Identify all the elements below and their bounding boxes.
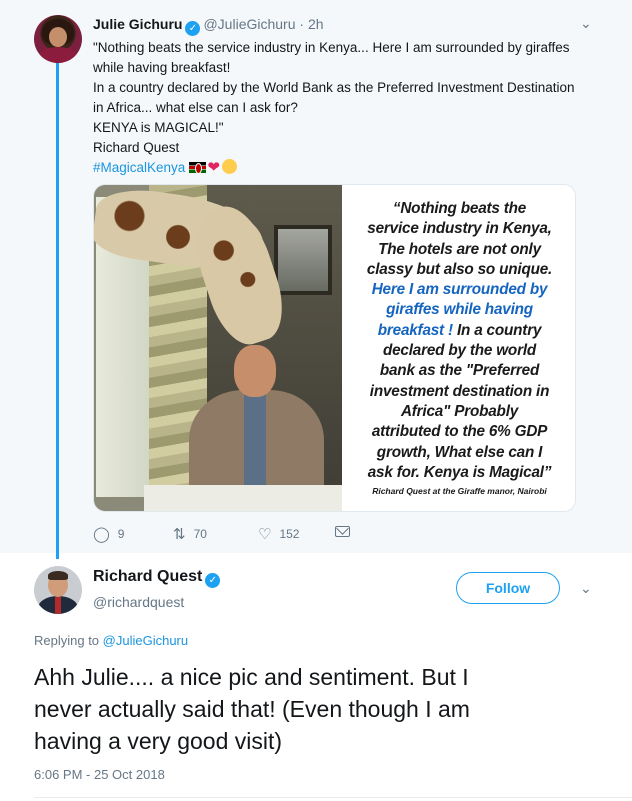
chevron-down-icon[interactable]: ⌄: [580, 580, 592, 597]
richard-avatar[interactable]: [34, 566, 82, 614]
parent-text-line: Richard Quest: [93, 140, 180, 155]
quote-line: service industry in Kenya,: [367, 220, 552, 238]
parent-author-name[interactable]: Julie Gichuru: [93, 16, 182, 32]
main-author-name[interactable]: Richard Quest ✓: [93, 568, 223, 588]
quote-line: “Nothing beats the: [392, 200, 527, 217]
quote-line: bank as the "Preferred: [379, 362, 540, 380]
follow-button[interactable]: Follow: [456, 572, 560, 604]
parent-text-line: In a country declared by the World Bank …: [93, 80, 575, 95]
parent-author-handle[interactable]: @JulieGichuru: [203, 16, 295, 32]
chevron-down-icon[interactable]: ⌄: [580, 15, 592, 32]
parent-text-line: in Africa... what else can I ask for?: [93, 100, 298, 115]
image-quote-text: “Nothing beats the service industry in K…: [350, 199, 569, 483]
divider: [34, 797, 632, 798]
replying-to-mention-link[interactable]: @JulieGichuru: [103, 633, 188, 648]
image-quote-credit: Richard Quest at the Giraffe manor, Nair…: [372, 486, 547, 496]
julie-avatar[interactable]: [34, 15, 82, 63]
quote-line: attributed to the 6% GDP: [371, 423, 548, 441]
main-tweet-text: Ahh Julie.... a nice pic and sentiment. …: [34, 661, 614, 757]
hugging-face-icon: [221, 159, 237, 174]
direct-message-button[interactable]: [335, 525, 350, 539]
quote-line: In a country: [452, 321, 542, 339]
quote-line: The hotels are not only: [378, 240, 541, 258]
main-author-name-text[interactable]: Richard Quest: [93, 568, 202, 585]
main-tweet-timestamp[interactable]: 6:06 PM - 25 Oct 2018: [34, 767, 165, 782]
red-heart-icon: ❤: [207, 159, 220, 176]
verified-badge-icon: ✓: [185, 21, 201, 36]
quote-line: ask for. Kenya is Magical”: [367, 463, 552, 481]
replying-prefix: Replying to: [34, 633, 103, 648]
parent-text-line: "Nothing beats the service industry in K…: [93, 40, 570, 55]
parent-tweet-time[interactable]: · 2h: [299, 16, 323, 32]
retweet-button[interactable]: ⇅ 70: [173, 525, 207, 543]
reply-count: 9: [117, 527, 125, 541]
parent-tweet-header: Julie Gichuru ✓ @JulieGichuru · 2h: [93, 15, 324, 36]
quote-line: growth, What else can I: [376, 443, 543, 461]
quote-highlight-line: Here I am surrounded by: [371, 281, 548, 299]
envelope-icon: [335, 526, 350, 537]
quote-line: Africa" Probably: [400, 402, 519, 420]
parent-tweet-text: "Nothing beats the service industry in K…: [93, 38, 603, 178]
main-author-handle[interactable]: @richardquest: [93, 594, 184, 610]
hashtag-link[interactable]: #MagicalKenya: [93, 160, 185, 175]
retweet-icon: ⇅: [173, 526, 186, 543]
replying-to-label: Replying to @JulieGichuru: [34, 633, 188, 648]
reply-icon: ◯: [93, 526, 110, 543]
parent-text-line: while having breakfast!: [93, 60, 231, 75]
image-quote-panel: “Nothing beats the service industry in K…: [342, 185, 575, 511]
heart-icon: ♡: [258, 526, 272, 543]
thread-connector-line: [56, 62, 59, 559]
reply-button[interactable]: ◯ 9: [93, 525, 124, 543]
quote-highlight-line: giraffes while having: [386, 301, 533, 319]
like-count: 152: [279, 527, 300, 541]
giraffe-breakfast-photo: [94, 185, 342, 511]
parent-tweet[interactable]: Julie Gichuru ✓ @JulieGichuru · 2h ⌄ "Noth…: [0, 0, 632, 559]
main-text-line: having a very good visit): [34, 728, 283, 754]
quote-line: declared by the world: [382, 342, 537, 360]
main-text-line: Ahh Julie.... a nice pic and sentiment. …: [34, 664, 469, 690]
tweet-photo[interactable]: “Nothing beats the service industry in K…: [93, 184, 576, 512]
retweet-count: 70: [193, 527, 207, 541]
parent-text-line: KENYA is MAGICAL!": [93, 120, 224, 135]
like-button[interactable]: ♡ 152: [258, 525, 299, 543]
quote-line: investment destination in: [369, 382, 550, 400]
quote-line: classy but also so unique.: [366, 260, 553, 278]
kenya-flag-icon: [189, 162, 207, 174]
verified-badge-icon: ✓: [205, 573, 221, 588]
main-text-line: never actually said that! (Even though I…: [34, 696, 470, 722]
quote-highlight-line: breakfast !: [377, 321, 453, 339]
